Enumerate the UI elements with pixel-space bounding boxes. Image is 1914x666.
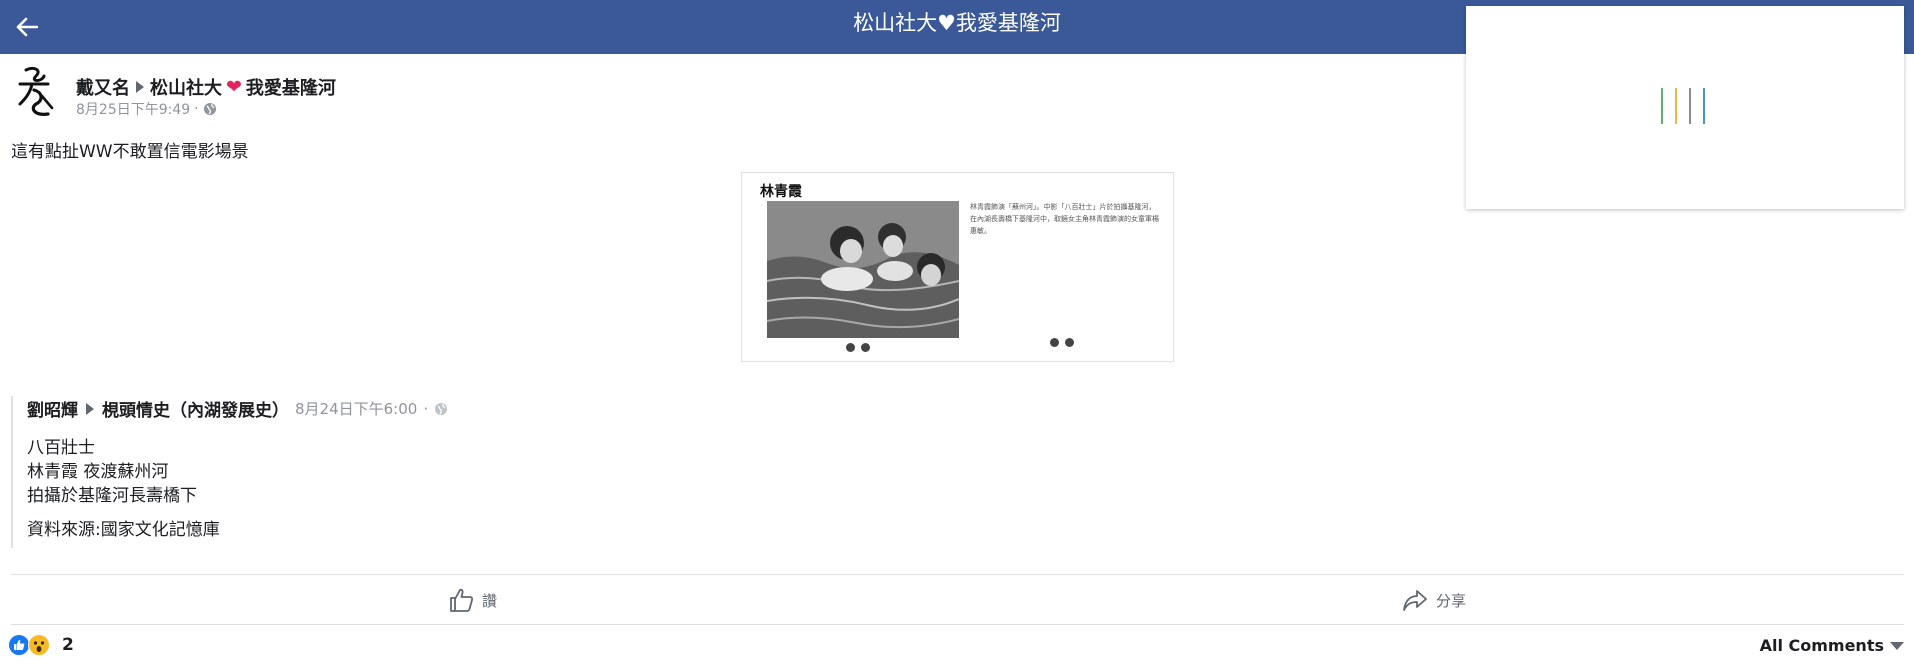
shared-author-link[interactable]: 劉昭輝	[27, 396, 78, 421]
like-button[interactable]: 讚	[448, 585, 497, 615]
shared-post: 劉昭輝 梘頭情史（內湖發展史） 8月24日下午6:00 · 八百壯士 林青霞 夜…	[11, 396, 613, 548]
attribution-icon	[1065, 338, 1074, 347]
license-icons-left	[846, 343, 870, 352]
meta-separator: ·	[423, 399, 429, 418]
image-title: 林青霞	[760, 184, 802, 200]
group-name-link[interactable]: 松山社大	[150, 74, 222, 100]
globe-icon	[435, 402, 448, 415]
loading-panel	[1466, 6, 1904, 209]
post-image[interactable]: 林青霞 林青霞飾演「蘇州河」。中影「八百壯士」片於拍攝基隆河，在內湖長壽橋下基隆…	[741, 172, 1174, 362]
post-author-line: 戴又名 松山社大 ❤ 我愛基隆河	[76, 74, 336, 100]
shared-source: 資料來源:國家文化記憶庫	[27, 520, 220, 540]
share-arrow-icon	[1403, 590, 1427, 611]
reaction-count: 2	[62, 635, 74, 655]
all-comments-dropdown[interactable]: All Comments	[1760, 636, 1904, 655]
like-reaction-icon	[8, 634, 30, 656]
share-label: 分享	[1436, 591, 1467, 610]
triangle-right-icon	[136, 81, 144, 93]
all-comments-label: All Comments	[1759, 636, 1884, 655]
group-name-suffix[interactable]: 我愛基隆河	[246, 74, 336, 100]
heart-icon: ❤	[226, 76, 242, 98]
author-name-link[interactable]: 戴又名	[76, 74, 130, 100]
globe-icon	[203, 103, 216, 115]
shared-post-header: 劉昭輝 梘頭情史（內湖發展史） 8月24日下午6:00 ·	[27, 396, 448, 421]
shared-timestamp[interactable]: 8月24日下午6:00	[295, 398, 417, 419]
license-icons-right	[1050, 338, 1074, 347]
loading-spinner-icon	[1661, 88, 1721, 128]
chevron-down-icon	[1890, 641, 1904, 650]
divider	[11, 624, 1904, 625]
cc-icon	[846, 343, 855, 352]
avatar[interactable]	[12, 64, 60, 120]
image-caption: 林青霞飾演「蘇州河」。中影「八百壯士」片於拍攝基隆河，在內湖長壽橋下基隆河中，取…	[970, 203, 1159, 235]
meta-separator: ·	[194, 101, 199, 117]
like-label: 讚	[482, 591, 498, 610]
shared-text-line: 八百壯士	[27, 438, 95, 458]
post-text: 這有點扯WW不敢置信電影場景	[11, 142, 249, 162]
shared-post-text: 八百壯士 林青霞 夜渡蘇州河 拍攝於基隆河長壽橋下	[27, 436, 197, 508]
shared-text-line: 拍攝於基隆河長壽橋下	[27, 486, 197, 506]
divider	[11, 574, 1904, 575]
shared-text-line: 林青霞 夜渡蘇州河	[27, 462, 169, 482]
post-meta: 8月25日下午9:49 ·	[76, 99, 217, 119]
photo-children-swimming	[767, 201, 959, 338]
attribution-icon	[861, 343, 870, 352]
shared-group-link[interactable]: 梘頭情史（內湖發展史）	[102, 396, 289, 421]
share-button[interactable]: 分享	[1402, 585, 1466, 615]
reaction-summary[interactable]: 2	[8, 634, 74, 656]
thumbs-up-icon	[450, 588, 474, 612]
wow-reaction-icon	[28, 634, 50, 656]
triangle-right-icon	[86, 402, 94, 415]
cc-icon	[1050, 338, 1059, 347]
post-timestamp[interactable]: 8月25日下午9:49	[76, 99, 190, 119]
